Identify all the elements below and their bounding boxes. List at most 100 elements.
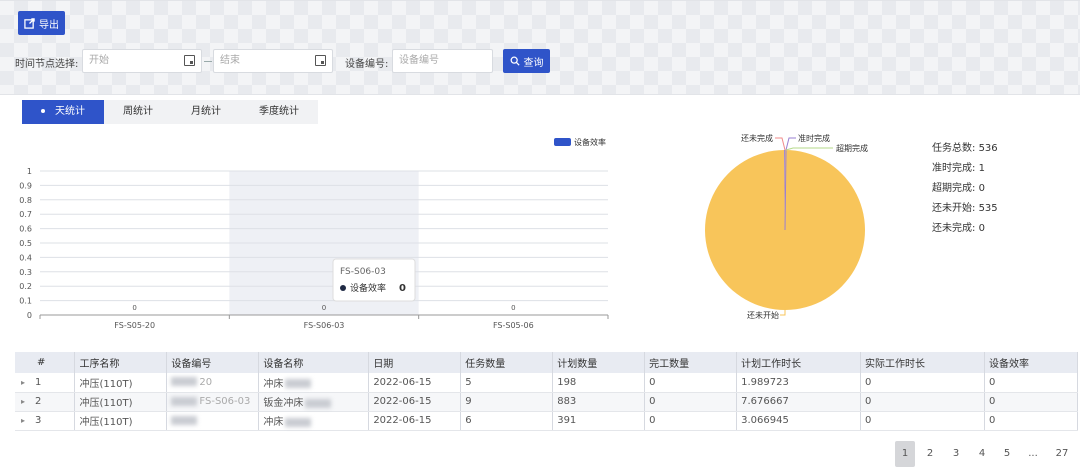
end-date-placeholder: 结束	[220, 55, 240, 66]
cell-index: ▸ 1	[15, 373, 76, 393]
device-no-input[interactable]: 设备编号	[392, 49, 493, 73]
column-header[interactable]: 计划数量	[552, 352, 646, 373]
expand-icon[interactable]: ▸	[21, 397, 25, 406]
stat-item: 还未完成: 0	[932, 219, 985, 234]
pie-leader-line	[775, 137, 786, 151]
stat-label: 任务总数:	[932, 143, 979, 154]
stat-item: 任务总数: 536	[932, 139, 998, 154]
expand-icon[interactable]: ▸	[21, 416, 25, 425]
cell-device_name: 钣金冲床	[258, 392, 370, 412]
pie-leader-line	[785, 147, 833, 151]
device-no-placeholder: 设备编号	[399, 55, 439, 66]
y-tick-label: 0.3	[19, 268, 32, 277]
cell-done: 0	[644, 392, 738, 412]
table-row[interactable]: ▸ 3 冲压(110T) 冲床 2022-06-15 6 391 0 3.066945 0 0	[15, 411, 1079, 431]
tab-label: 周统计	[123, 106, 153, 117]
tooltip-series: 设备效率	[350, 282, 386, 294]
cell-text: 7.676667	[741, 396, 789, 407]
export-button[interactable]: 导出	[18, 11, 65, 35]
tooltip-marker	[340, 285, 346, 291]
page-button[interactable]: 5	[997, 441, 1017, 467]
page-button[interactable]: 1	[895, 441, 915, 467]
tab-3[interactable]: 季度统计	[240, 100, 318, 124]
cell-text: 钣金冲床	[263, 398, 304, 409]
stat-label: 还未完成:	[932, 223, 979, 234]
y-tick-label: 0.1	[19, 297, 32, 306]
column-header[interactable]: 计划工作时长	[736, 352, 862, 373]
redacted-text	[171, 377, 198, 387]
table-row[interactable]: ▸ 2 冲压(110T) FS-S06-03 钣金冲床 2022-06-15 9 883 0 7.…	[15, 392, 1079, 412]
column-header[interactable]: #	[15, 352, 76, 373]
tab-0[interactable]: 天统计	[22, 100, 104, 124]
end-date-input[interactable]: 结束	[213, 49, 333, 73]
cell-text: 1	[35, 376, 42, 388]
x-tick-label: FS-S05-20	[114, 321, 155, 330]
cell-plan_hours: 1.989723	[736, 373, 862, 393]
cell-done: 0	[644, 373, 738, 393]
cell-efficiency: 0	[984, 411, 1079, 431]
tooltip-title: FS-S06-03	[340, 267, 386, 277]
legend-swatch	[554, 138, 571, 146]
column-header[interactable]: 日期	[368, 352, 462, 373]
cell-text: 5	[465, 376, 472, 388]
cell-process: 冲压(110T)	[74, 411, 168, 431]
pie-label: 准时完成	[798, 133, 830, 143]
cell-text: 6	[465, 415, 472, 426]
cell-actual_hours: 0	[860, 411, 985, 431]
cell-plan_hours: 7.676667	[736, 392, 862, 412]
page-button[interactable]: 2	[920, 441, 940, 467]
expand-icon[interactable]: ▸	[21, 378, 25, 387]
table-row[interactable]: ▸ 1 冲压(110T) 20 冲床 2022-06-15 5 198 0 1.989723 0 0	[15, 373, 1079, 393]
cell-text: FS-S06-03	[199, 396, 251, 407]
cell-device_no: 20	[166, 373, 260, 393]
cell-device_name: 冲床	[258, 373, 370, 393]
column-header[interactable]: 实际工作时长	[860, 352, 985, 373]
column-header[interactable]: 任务数量	[460, 352, 554, 373]
tooltip-box	[332, 258, 416, 302]
cell-device_name: 冲床	[258, 411, 370, 431]
cell-date: 2022-06-15	[368, 373, 462, 393]
cell-actual_hours: 0	[860, 373, 985, 393]
y-tick-label: 0.6	[19, 225, 32, 234]
cell-date: 2022-06-15	[368, 411, 462, 431]
cell-text: 冲压(110T)	[79, 417, 133, 428]
query-button[interactable]: 查询	[503, 49, 550, 73]
page-button[interactable]: 3	[946, 441, 966, 467]
y-tick-label: 0.2	[19, 282, 32, 291]
column-header[interactable]: 工序名称	[74, 352, 168, 373]
y-tick-label: 0.8	[19, 196, 32, 205]
column-header[interactable]: 设备编号	[166, 352, 260, 373]
cell-date: 2022-06-15	[368, 392, 462, 412]
page-button[interactable]: 27	[1049, 441, 1075, 467]
cell-device_no: FS-S06-03	[166, 392, 260, 412]
start-date-input[interactable]: 开始	[82, 49, 202, 73]
cell-text: 冲床	[263, 378, 284, 390]
y-tick-label: 0.4	[19, 253, 32, 262]
cell-process: 冲压(110T)	[74, 373, 168, 393]
cell-plan_hours: 3.066945	[736, 411, 862, 431]
cell-text: 3.066945	[741, 415, 789, 426]
stat-item: 准时完成: 1	[932, 159, 985, 174]
page-button[interactable]: 4	[972, 441, 992, 467]
cell-process: 冲压(110T)	[74, 392, 168, 412]
active-tab-dot	[41, 109, 45, 113]
y-tick-label: 0	[27, 311, 32, 320]
stat-value: 0	[978, 223, 985, 234]
column-header[interactable]: 设备名称	[258, 352, 370, 373]
cell-text: 0	[649, 415, 656, 426]
tab-2[interactable]: 月统计	[172, 100, 240, 124]
cell-text: 0	[865, 415, 872, 426]
tab-label: 季度统计	[259, 106, 299, 117]
tooltip-value: 0	[399, 283, 406, 294]
tab-1[interactable]: 周统计	[104, 100, 172, 124]
y-tick-label: 0.5	[19, 239, 32, 248]
cell-text: 2022-06-15	[373, 415, 432, 426]
table-header-row: # 工序名称 设备编号 设备名称 日期 任务数量 计划数量 完工数量 计划工作时长 实际工作时长设…	[15, 352, 1079, 373]
column-header[interactable]: 完工数量	[644, 352, 738, 373]
calendar-icon	[184, 55, 195, 66]
cell-efficiency: 0	[984, 392, 1079, 412]
cell-text: 冲压(110T)	[79, 378, 133, 390]
export-icon	[24, 17, 35, 29]
cell-text: 冲压(110T)	[79, 398, 133, 409]
column-header[interactable]: 设备效率	[984, 352, 1079, 373]
